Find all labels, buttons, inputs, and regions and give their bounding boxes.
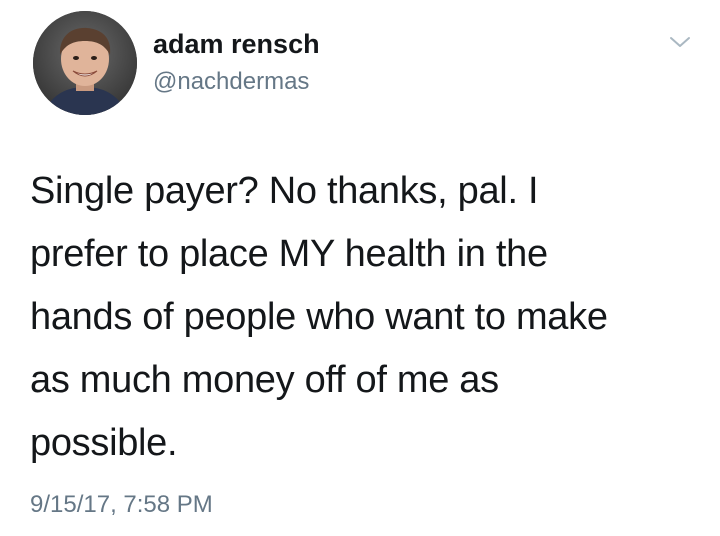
tweet-card: adam rensch @nachdermas Single payer? No… (0, 0, 720, 536)
author-avatar[interactable] (33, 11, 137, 115)
author-display-name[interactable]: adam rensch (153, 28, 320, 60)
author-handle[interactable]: @nachdermas (153, 67, 309, 97)
tweet-menu-button[interactable] (668, 34, 692, 50)
tweet-timestamp[interactable]: 9/15/17, 7:58 PM (30, 490, 213, 520)
tweet-text: Single payer? No thanks, pal. I prefer t… (30, 170, 608, 464)
avatar-photo-icon (33, 11, 137, 115)
chevron-down-icon (670, 37, 690, 47)
